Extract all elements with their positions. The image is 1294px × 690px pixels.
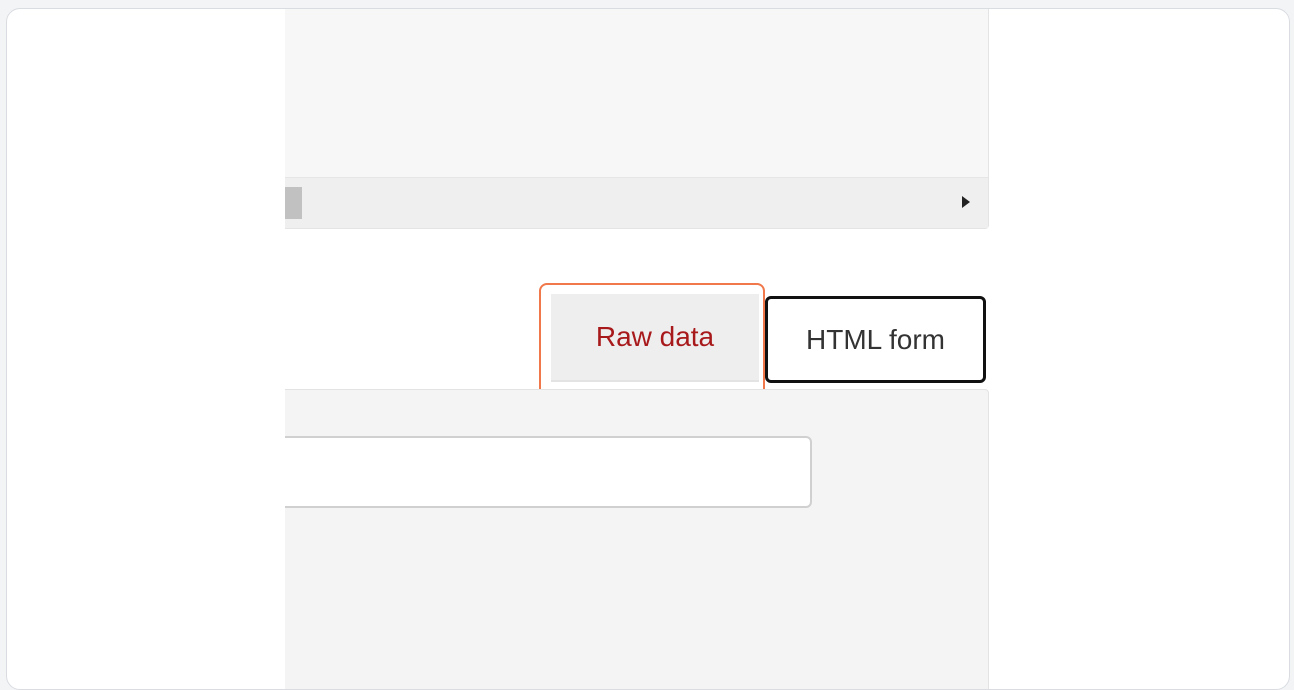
scrollbar-thumb[interactable] [285,187,302,219]
tab-raw-data-label: Raw data [595,321,715,352]
tab-html-form-label: HTML form [806,323,945,355]
scroll-right-arrow-icon[interactable] [962,196,970,208]
tab-raw-data[interactable]: Raw data [551,294,759,382]
content-input[interactable] [285,436,812,508]
raw-data-form-panel [285,389,989,689]
horizontal-scrollbar[interactable] [285,177,988,228]
response-content-panel [285,9,989,229]
screenshot-frame: Raw data HTML form [6,8,1290,690]
tab-html-form[interactable]: HTML form [765,296,986,383]
